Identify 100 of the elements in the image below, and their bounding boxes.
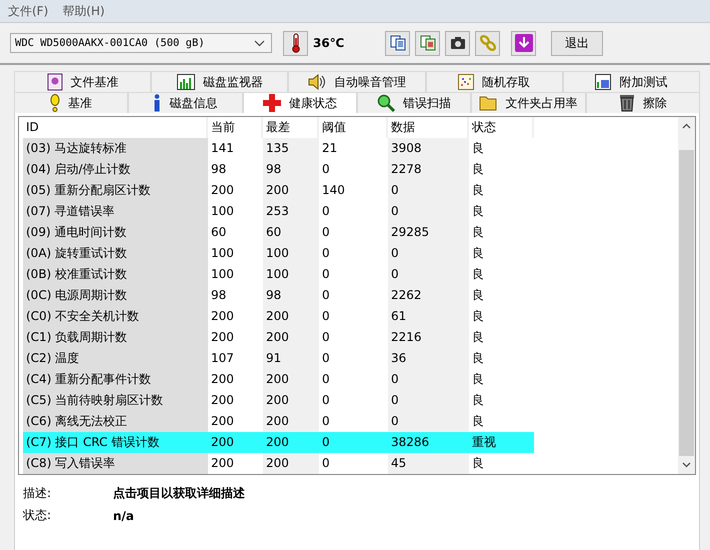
table-row[interactable]: (C2) 温度 107 91 0 36 良 [23,348,534,369]
tab[interactable]: 错误扫描 [356,92,472,113]
table-row[interactable]: (C5) 当前待映射扇区计数 200 200 0 0 良 [23,390,534,411]
table-cell: 0 [388,369,469,390]
table-cell: 0 [388,243,469,264]
table-row[interactable]: (04) 启动/停止计数 98 98 0 2278 良 [23,159,534,180]
table-cell: 61 [388,306,469,327]
magnifier-icon [377,94,396,112]
tab[interactable]: 随机存取 [426,71,563,92]
exit-button[interactable]: 退出 [551,30,603,56]
table-cell: (0C) 电源周期计数 [23,285,208,306]
table-cell: (C1) 负载周期计数 [23,327,208,348]
scatter-chart-icon [458,74,474,90]
bar-chart-icon [176,74,195,90]
cross-icon [262,94,281,112]
column-header[interactable]: 状态 [469,117,534,138]
speaker-icon [308,74,326,90]
table-cell: 0 [388,180,469,201]
detail-label: 状态: [23,507,52,524]
table-cell: 2262 [388,285,469,306]
tab[interactable]: 自动噪音管理 [288,71,426,92]
tab[interactable]: 文件基准 [14,71,152,92]
camera-icon [450,36,466,50]
table-cell: 36 [388,348,469,369]
table-cell: (0B) 校准重试计数 [23,264,208,285]
scroll-thumb[interactable] [679,150,694,456]
table-row[interactable]: (0A) 旋转重试计数 100 100 0 0 良 [23,243,534,264]
table-cell: 100 [263,243,319,264]
table-cell: 91 [263,348,319,369]
download-button[interactable] [511,30,536,56]
table-row[interactable]: (C6) 离线无法校正 200 200 0 0 良 [23,411,534,432]
document-icon [46,73,63,91]
table-cell: 60 [263,222,319,243]
table-cell: (09) 通电时间计数 [23,222,208,243]
menu-item[interactable]: 文件(F) [8,2,48,20]
tab[interactable]: 基准 [14,92,128,113]
table-cell: (C8) 写入错误率 [23,453,208,474]
table-row[interactable]: (C4) 重新分配事件计数 200 200 0 0 良 [23,369,534,390]
table-cell: 200 [263,306,319,327]
table-cell: 0 [388,201,469,222]
table-cell: 29285 [388,222,469,243]
table-cell: (03) 马达旋转标准 [23,138,208,159]
table-cell: 200 [263,411,319,432]
table-cell: 200 [263,390,319,411]
tab[interactable]: 磁盘信息 [128,92,243,113]
table-cell: 200 [263,327,319,348]
copy-icon [420,35,436,51]
table-cell: (C2) 温度 [23,348,208,369]
table-cell: 100 [263,264,319,285]
copy-button[interactable] [385,30,410,56]
table-cell: 3908 [388,138,469,159]
tab[interactable]: 磁盘监视器 [151,71,288,92]
scrollbar[interactable] [678,117,695,474]
tab[interactable]: 擦除 [586,92,700,113]
copy-all-button[interactable] [415,30,440,56]
table-cell: (05) 重新分配扇区计数 [23,180,208,201]
detail-value: 点击项目以获取详细描述 [113,485,245,502]
table-cell: 0 [388,390,469,411]
table-cell: 2216 [388,327,469,348]
spreadsheet-icon [595,74,612,90]
table-cell: 200 [263,453,319,474]
table-cell: (C4) 重新分配事件计数 [23,369,208,390]
chevron-down-icon [254,40,265,46]
table-cell: 2278 [388,159,469,180]
table-row[interactable]: (0C) 电源周期计数 98 98 0 2262 良 [23,285,534,306]
table-row[interactable]: (C0) 不安全关机计数 200 200 0 61 良 [23,306,534,327]
table-row[interactable]: (0B) 校准重试计数 100 100 0 0 良 [23,264,534,285]
table-cell: 98 [263,285,319,306]
table-cell: 200 [263,369,319,390]
table-cell: (C0) 不安全关机计数 [23,306,208,327]
table-cell: 45 [388,453,469,474]
trash-icon [618,94,635,112]
menu-item[interactable]: 帮助(H) [62,2,105,20]
table-cell: 0 [388,264,469,285]
camera-button[interactable] [445,30,470,56]
table-row[interactable]: (03) 马达旋转标准 141 135 21 3908 良 [23,138,534,159]
tab[interactable]: 附加测试 [562,71,700,92]
table-cell: (04) 启动/停止计数 [23,159,208,180]
scroll-down-icon[interactable] [682,462,691,468]
tab[interactable]: 文件夹占用率 [471,92,586,113]
table-row[interactable]: (05) 重新分配扇区计数 200 200 140 0 良 [23,180,534,201]
tab[interactable]: 健康状态 [242,92,357,113]
table-row[interactable]: (07) 寻道错误率 100 253 0 0 良 [23,201,534,222]
table-row[interactable]: (09) 通电时间计数 60 60 0 29285 良 [23,222,534,243]
scroll-up-icon[interactable] [682,123,691,129]
table-row[interactable]: (C8) 写入错误率 200 200 0 45 良 [23,453,534,474]
table-row[interactable]: (C1) 负载周期计数 200 200 0 2216 良 [23,327,534,348]
table-cell: 200 [263,180,319,201]
column-header[interactable]: 最差 [263,117,319,138]
column-header[interactable]: 数据 [388,117,469,138]
table-cell: (07) 寻道错误率 [23,201,208,222]
copy-icon [390,35,406,51]
thermometer-button[interactable] [283,30,308,56]
temperature-reading: 36℃ [313,36,346,50]
chain-icon [478,34,496,52]
folder-icon [479,95,498,111]
download-icon [514,34,532,52]
table-cell: (C6) 离线无法校正 [23,411,208,432]
exclamation-icon [50,94,60,112]
drive-dropdown[interactable]: WDC WD5000AAKX-001CA0 (500 gB) [10,33,272,53]
